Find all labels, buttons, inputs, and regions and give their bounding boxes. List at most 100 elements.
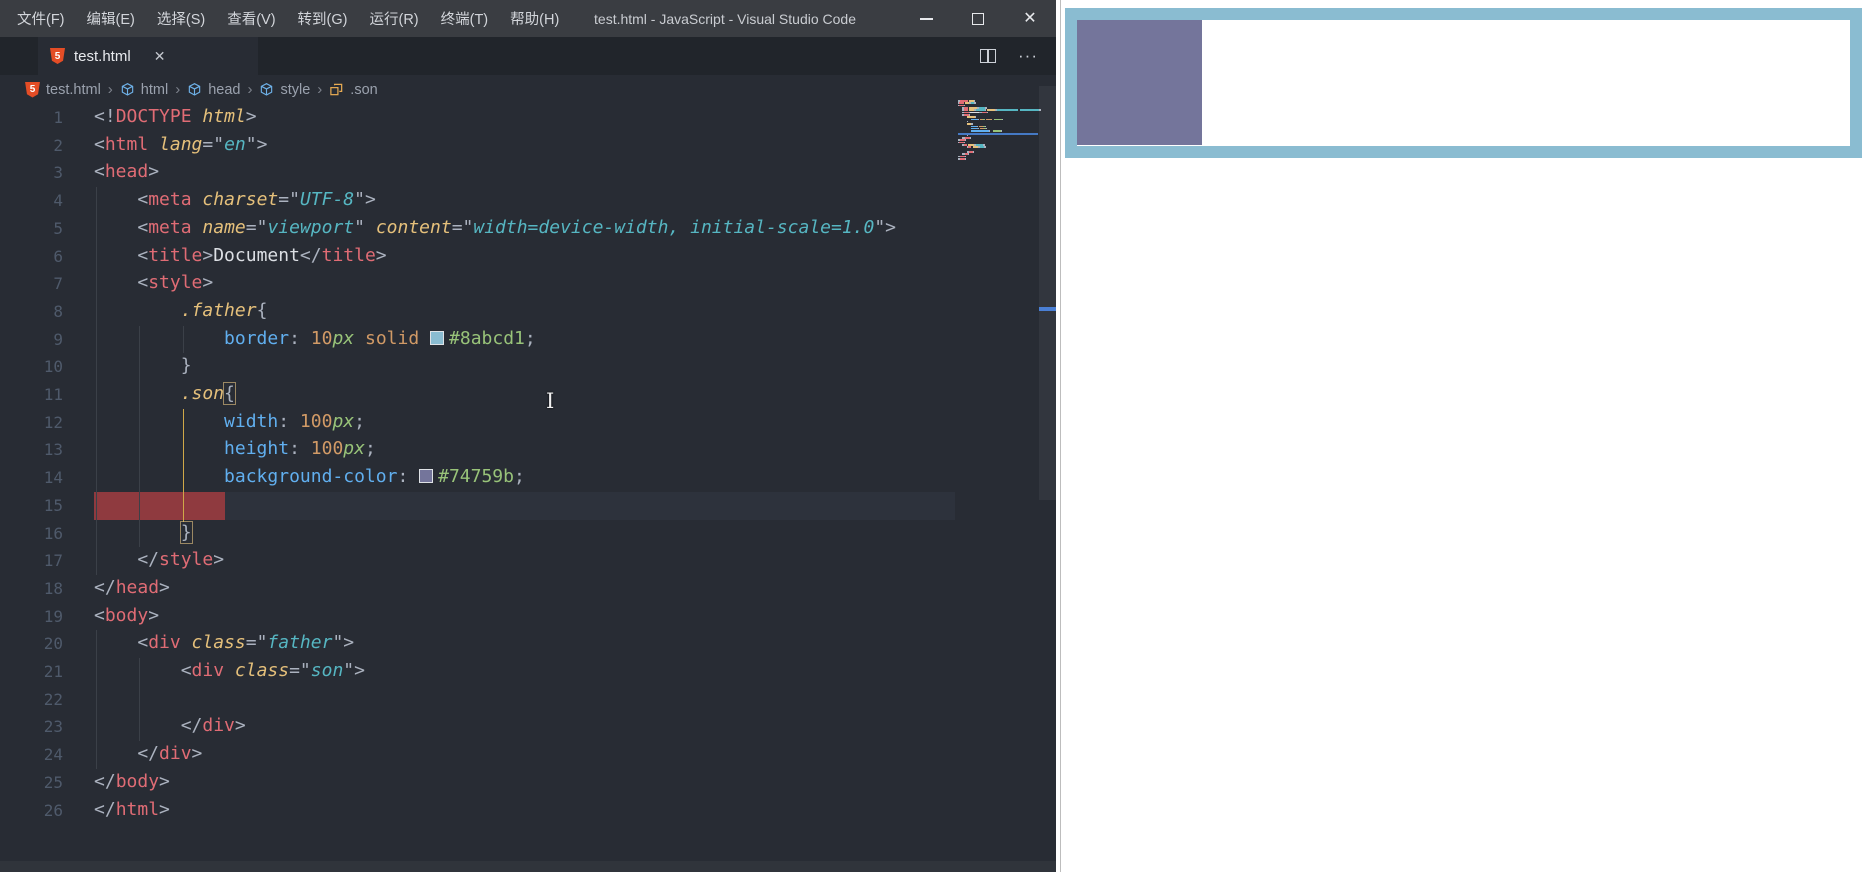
code-line-4[interactable]: <meta charset="UTF-8"> (94, 189, 375, 211)
token: 10 (310, 327, 333, 349)
token: .son (94, 383, 225, 404)
code-line-5[interactable]: <meta name="viewport" content="width=dev… (94, 217, 896, 238)
breadcrumb-label: .son (350, 81, 378, 98)
code-line-24[interactable]: </div> (94, 743, 202, 764)
code-editor[interactable]: 1 2 3 4 5 6 7 8 9 10 11 12 13 14 15 16 17 18 19 20 21 22 23 24 2… (0, 86, 1056, 872)
token: height (94, 438, 290, 460)
color-swatch-icon[interactable] (430, 330, 445, 345)
token: </ (94, 743, 160, 765)
token: "> (245, 133, 268, 155)
minimap-mark (986, 118, 992, 121)
breadcrumb-item-style[interactable]: style (259, 82, 310, 98)
token: > (245, 106, 257, 127)
token: html (104, 133, 149, 155)
close-button[interactable]: ✕ (1004, 0, 1056, 37)
token: meta (148, 216, 192, 238)
menu-item-edit[interactable]: 编辑(E) (76, 0, 146, 37)
symbol-cube-icon (261, 83, 273, 96)
code-line-3[interactable]: <head> (94, 161, 159, 182)
token: UTF-8 (299, 189, 355, 211)
code-line-14[interactable]: background-color: #74759b; (94, 466, 525, 487)
maximize-button[interactable] (952, 0, 1004, 37)
code-line-25[interactable]: </body> (94, 771, 170, 792)
screen: 文件(F) 编辑(E) 选择(S) 查看(V) 转到(G) 运行(R) 终端(T… (0, 0, 1872, 872)
minimap-mark (989, 130, 991, 132)
token: > (191, 743, 203, 765)
token: < (94, 189, 149, 211)
minimap-mark (978, 118, 980, 121)
breadcrumb-item-head[interactable]: head (187, 82, 240, 98)
code-line-10[interactable]: } (94, 355, 192, 376)
selection-highlight (94, 492, 225, 520)
chevron-right-icon: › (175, 81, 181, 98)
code-line-16[interactable]: } (94, 520, 193, 544)
menu-item-file[interactable]: 文件(F) (6, 0, 76, 37)
code-line-7[interactable]: <style> (94, 272, 213, 293)
more-actions-icon[interactable]: ··· (1018, 47, 1038, 64)
code-line-21[interactable]: <div class="son"> (94, 660, 365, 681)
minimize-button[interactable] (900, 0, 952, 37)
scrollbar-slider[interactable] (1039, 86, 1056, 500)
menu-item-selection[interactable]: 选择(S) (146, 0, 216, 37)
token: </ (94, 770, 116, 792)
code-line-2[interactable]: <html lang="en"> (94, 134, 267, 155)
line-number: 23 (43, 717, 63, 737)
menu-item-view[interactable]: 查看(V) (216, 0, 286, 37)
token: > (202, 244, 214, 266)
token: body (104, 604, 149, 626)
token: html (115, 798, 160, 820)
tab-close-icon[interactable]: ✕ (154, 48, 166, 65)
breadcrumb-item-html[interactable]: html (120, 82, 168, 98)
token: </ (94, 715, 203, 737)
code-line-13[interactable]: height: 100px; (94, 438, 376, 459)
token: class (191, 632, 246, 654)
code-line-20[interactable]: <div class="father"> (94, 632, 354, 653)
code-line-18[interactable]: </head> (94, 577, 170, 598)
menu-item-go[interactable]: 转到(G) (287, 0, 359, 37)
tab-label: test.html (74, 47, 131, 65)
menu-item-run[interactable]: 运行(R) (358, 0, 429, 37)
overview-ruler-cursor-mark (1039, 307, 1056, 311)
code-line-1[interactable]: <!DOCTYPE html> (94, 106, 257, 127)
split-editor-icon[interactable] (980, 49, 997, 63)
chevron-right-icon: › (247, 81, 253, 98)
code-line-12[interactable]: width: 100px; (94, 411, 365, 432)
code-line-6[interactable]: <title>Document</title> (94, 244, 386, 266)
token: =" (451, 216, 474, 238)
code-line-17[interactable]: </style> (94, 549, 224, 570)
token: html (202, 106, 246, 127)
code-line-9[interactable]: border: 10px solid #8abcd1; (94, 328, 536, 349)
code-line-19[interactable]: <body> (94, 605, 159, 626)
minimap-mark (983, 146, 986, 148)
code-line-23[interactable]: </div> (94, 715, 246, 736)
code-line-26[interactable]: </html> (94, 799, 170, 820)
minimap-mark (964, 139, 966, 142)
token: name (202, 216, 246, 238)
token: =" (245, 632, 268, 654)
minimap-mark (1001, 130, 1003, 132)
token: </ (94, 549, 160, 571)
token: lang (159, 133, 203, 155)
code-line-11[interactable]: .son{ (94, 382, 236, 405)
current-line-highlight (225, 492, 955, 520)
token: Document (213, 244, 300, 266)
tab-bar: 5 test.html ✕ ··· (0, 37, 1056, 75)
line-number: 18 (43, 578, 63, 598)
breadcrumb-item-son[interactable]: .son (329, 81, 378, 98)
code-line-8[interactable]: .father{ (94, 300, 268, 321)
token: DOCTYPE (115, 106, 192, 127)
line-number: 11 (43, 385, 63, 404)
token: =" (289, 660, 311, 681)
token: viewport (267, 216, 355, 238)
token: =" (245, 216, 268, 238)
color-swatch-icon[interactable] (419, 469, 434, 484)
breadcrumb-item-file[interactable]: 5 test.html (25, 81, 101, 98)
tab-test-html[interactable]: 5 test.html ✕ (38, 37, 258, 75)
token: =" (278, 189, 300, 211)
menu-item-help[interactable]: 帮助(H) (499, 0, 570, 37)
breadcrumb: 5 test.html › html › head › style › .son (0, 75, 1056, 104)
menu-item-terminal[interactable]: 终端(T) (430, 0, 500, 37)
line-number: 5 (53, 218, 63, 238)
